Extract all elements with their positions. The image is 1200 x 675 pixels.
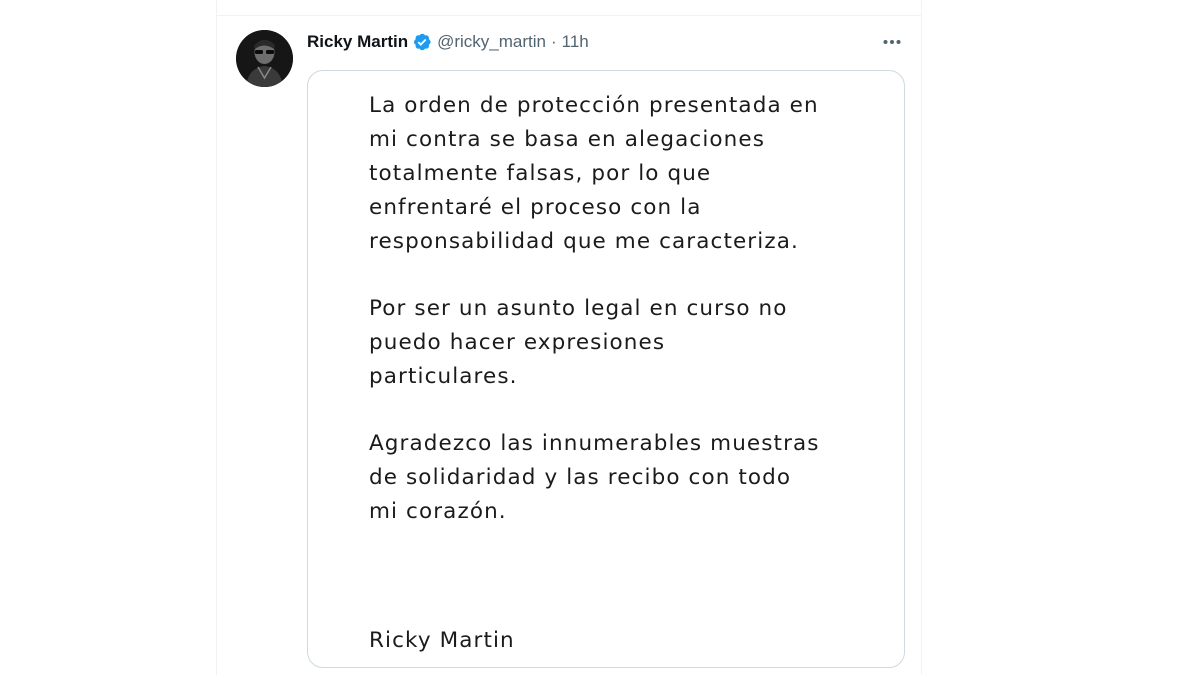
more-horizontal-icon <box>883 40 901 44</box>
separator-dot: · <box>550 32 557 51</box>
divider <box>217 15 921 16</box>
statement-text: La orden de protección presentada en mi … <box>369 89 889 562</box>
statement-paragraph: La orden de protección presentada en mi … <box>369 93 819 254</box>
timestamp[interactable]: 11h <box>562 32 589 52</box>
tweet-column: Ricky Martin @ricky_martin · 11h La orde… <box>216 0 922 675</box>
avatar-photo <box>236 30 293 87</box>
user-handle[interactable]: @ricky_martin <box>437 32 546 52</box>
display-name[interactable]: Ricky Martin <box>307 32 408 52</box>
avatar[interactable] <box>236 30 293 87</box>
statement-paragraph: Por ser un asunto legal en curso no pued… <box>369 296 788 389</box>
statement-paragraph: Agradezco las innumerables muestras de s… <box>369 431 820 524</box>
screenshot-stage: Ricky Martin @ricky_martin · 11h La orde… <box>0 0 1200 675</box>
statement-signature: Ricky Martin <box>369 628 515 653</box>
more-options-button[interactable] <box>881 32 903 52</box>
tweet-media-image[interactable]: La orden de protección presentada en mi … <box>307 70 905 668</box>
tweet-header: Ricky Martin @ricky_martin · 11h <box>307 31 589 53</box>
verified-badge-icon <box>412 32 432 52</box>
